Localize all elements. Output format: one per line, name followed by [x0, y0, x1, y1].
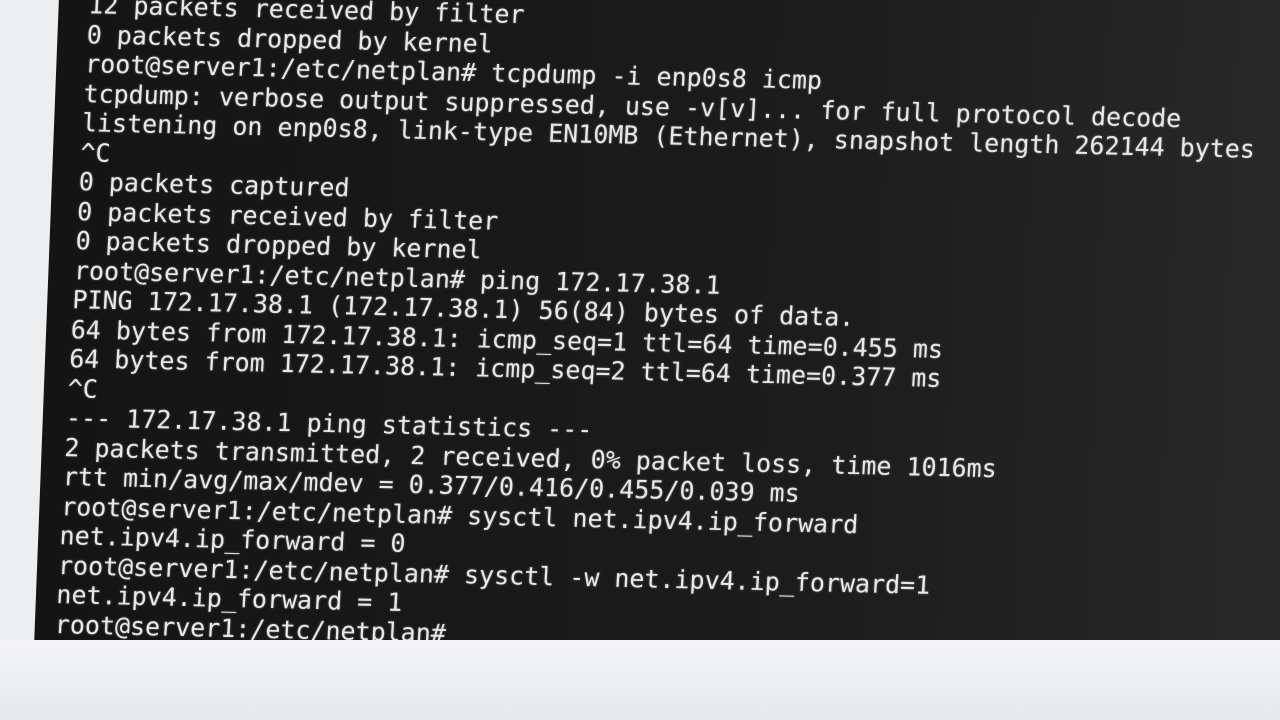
monitor-bezel — [0, 640, 1280, 720]
terminal-output: 12 packets received by filter 0 packets d… — [54, 0, 1262, 666]
terminal-screen[interactable]: 12 packets received by filter 0 packets d… — [34, 0, 1280, 652]
